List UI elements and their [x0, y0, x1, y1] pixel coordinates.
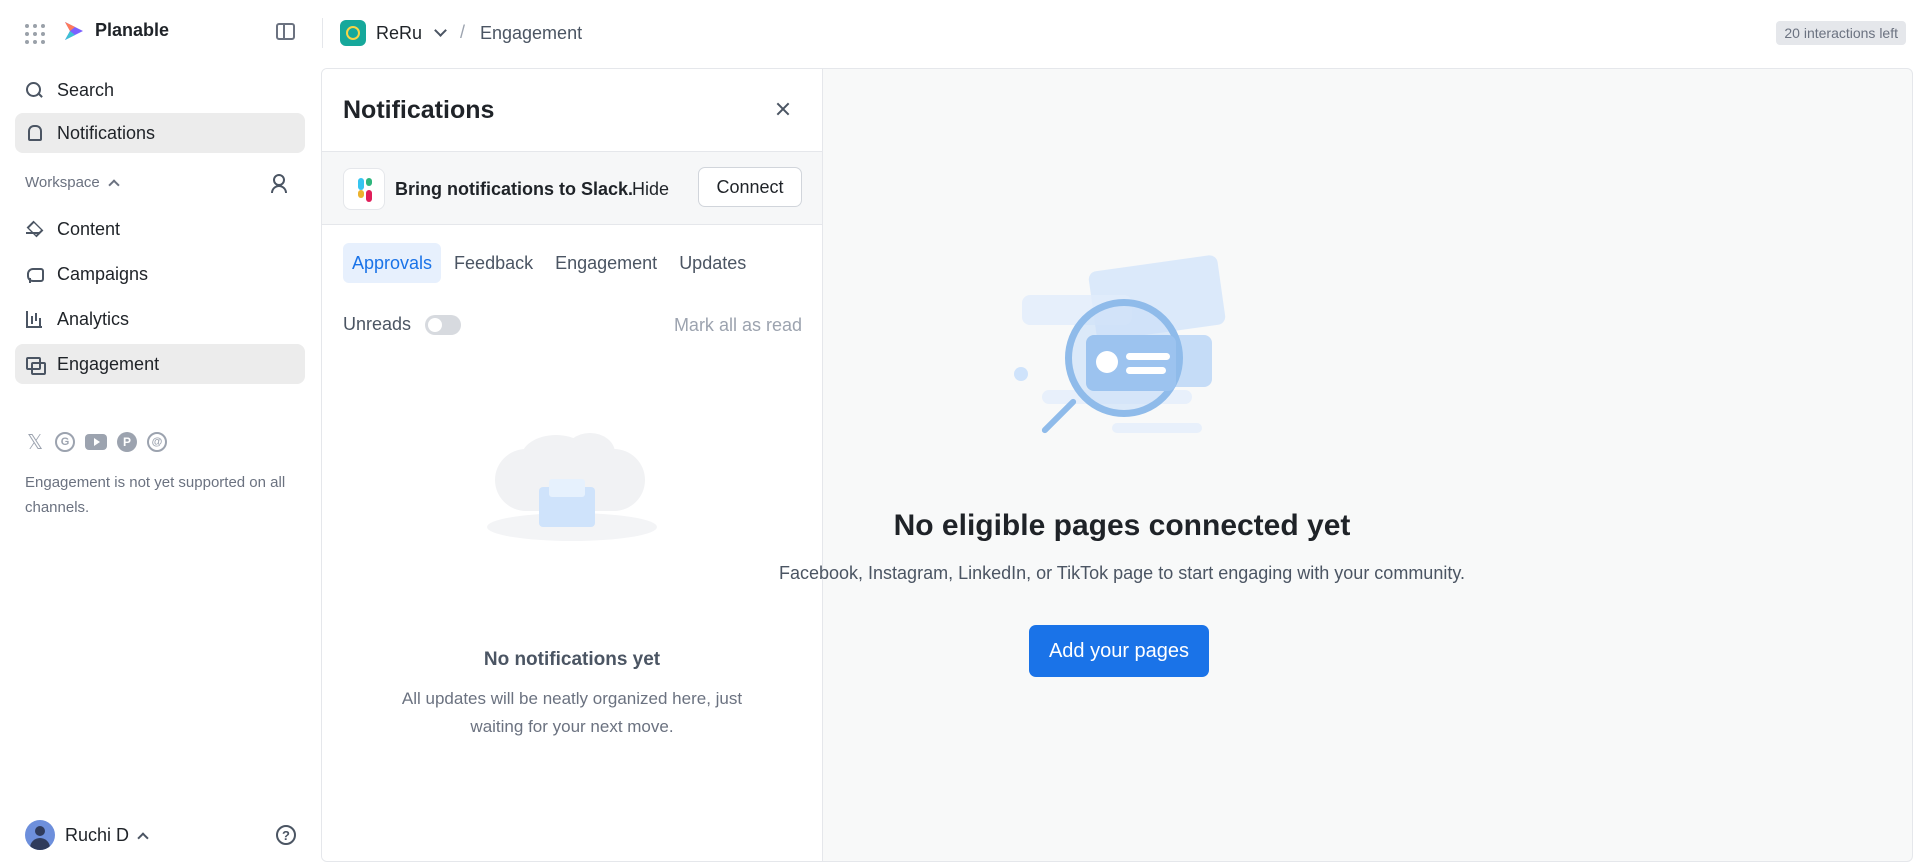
- youtube-icon: [85, 434, 107, 450]
- slack-banner: Bring notifications to Slack. Hide Conne…: [322, 151, 822, 225]
- no-pages-illustration: [1002, 254, 1242, 465]
- main-frame: Notifications Bring notifications to Sla…: [321, 68, 1913, 862]
- workspace-avatar: [340, 20, 366, 46]
- sidebar-item-campaigns[interactable]: Campaigns: [15, 254, 305, 294]
- slack-banner-text: Bring notifications to Slack.: [395, 179, 634, 199]
- notifications-panel: Notifications Bring notifications to Sla…: [322, 69, 823, 861]
- sidebar-item-label: Notifications: [57, 122, 156, 143]
- topbar-divider: [322, 18, 323, 48]
- empty-inbox-illustration: [487, 431, 657, 541]
- sidebar-item-notifications[interactable]: Notifications: [15, 113, 305, 153]
- sidebar-item-search[interactable]: Search: [15, 70, 305, 110]
- empty-notifications-title: No notifications yet: [483, 649, 661, 670]
- engagement-support-note: Engagement is not yet supported on all c…: [25, 474, 286, 516]
- planable-logo-icon: [65, 21, 83, 40]
- x-icon: 𝕏: [26, 431, 44, 454]
- sidebar-item-analytics[interactable]: Analytics: [15, 299, 305, 339]
- tab-feedback[interactable]: Feedback: [445, 243, 542, 283]
- empty-notifications-description: All updates will be neatly organized her…: [401, 689, 743, 736]
- workspace-section-toggle[interactable]: Workspace: [25, 174, 120, 191]
- layers-icon: [25, 220, 43, 238]
- close-icon[interactable]: [773, 99, 793, 119]
- breadcrumb-separator: /: [460, 22, 466, 42]
- search-icon: [25, 81, 43, 99]
- chevron-up-icon: [137, 831, 149, 844]
- sidebar-item-label: Campaigns: [57, 263, 149, 284]
- sidebar-item-content[interactable]: Content: [15, 209, 305, 249]
- user-menu[interactable]: Ruchi D: [25, 820, 149, 850]
- brand[interactable]: Planable: [63, 20, 169, 41]
- threads-icon: @: [147, 432, 167, 452]
- sidebar-item-label: Analytics: [57, 308, 130, 329]
- brand-name: Planable: [95, 20, 170, 40]
- notifications-title: Notifications: [343, 96, 495, 124]
- bar-chart-icon: [25, 310, 43, 328]
- chevron-down-icon: [434, 24, 447, 37]
- slack-icon: [343, 168, 385, 210]
- no-pages-description: Facebook, Instagram, LinkedIn, or TikTok…: [778, 563, 1465, 583]
- interactions-left-badge: 20 interactions left: [1776, 21, 1906, 45]
- sidebar-item-label: Engagement: [57, 353, 160, 374]
- mark-all-read-button[interactable]: Mark all as read: [674, 315, 802, 336]
- apps-grid-icon[interactable]: [25, 24, 45, 44]
- pinterest-icon: P: [117, 432, 137, 452]
- no-pages-title: No eligible pages connected yet: [893, 509, 1351, 542]
- workspace-name: ReRu: [376, 22, 423, 43]
- workspace-label: Workspace: [25, 174, 100, 191]
- invite-user-icon[interactable]: [270, 173, 290, 193]
- supported-channels: 𝕏 G P @: [25, 431, 167, 454]
- hide-slack-banner-button[interactable]: Hide: [632, 179, 669, 200]
- sidebar-item-engagement[interactable]: Engagement: [15, 344, 305, 384]
- megaphone-icon: [25, 265, 44, 283]
- breadcrumb-current-page: Engagement: [480, 23, 583, 43]
- connect-slack-button[interactable]: Connect: [698, 167, 802, 207]
- add-your-pages-button[interactable]: Add your pages: [1029, 625, 1209, 677]
- sidebar-toggle-icon[interactable]: [276, 23, 295, 40]
- avatar: [25, 820, 55, 850]
- bell-icon: [25, 124, 43, 142]
- top-bar: Planable ReRu / Engagement 20 interactio…: [0, 0, 1918, 66]
- chat-icon: [25, 355, 46, 375]
- google-business-icon: G: [55, 432, 75, 452]
- chevron-up-icon: [108, 179, 120, 191]
- user-name: Ruchi D: [65, 824, 130, 845]
- tab-approvals[interactable]: Approvals: [343, 243, 442, 283]
- workspace-switcher[interactable]: ReRu: [340, 20, 447, 46]
- unreads-toggle[interactable]: [425, 314, 462, 335]
- tab-updates[interactable]: Updates: [670, 243, 755, 283]
- notification-tabs: Approvals Feedback Engagement Updates: [343, 243, 755, 283]
- sidebar-item-label: Content: [57, 218, 121, 239]
- help-icon[interactable]: ?: [276, 825, 296, 845]
- unreads-label: Unreads: [343, 314, 412, 334]
- sidebar-item-label: Search: [57, 79, 115, 100]
- tab-engagement[interactable]: Engagement: [546, 243, 666, 283]
- unreads-filter: Unreads: [343, 314, 462, 335]
